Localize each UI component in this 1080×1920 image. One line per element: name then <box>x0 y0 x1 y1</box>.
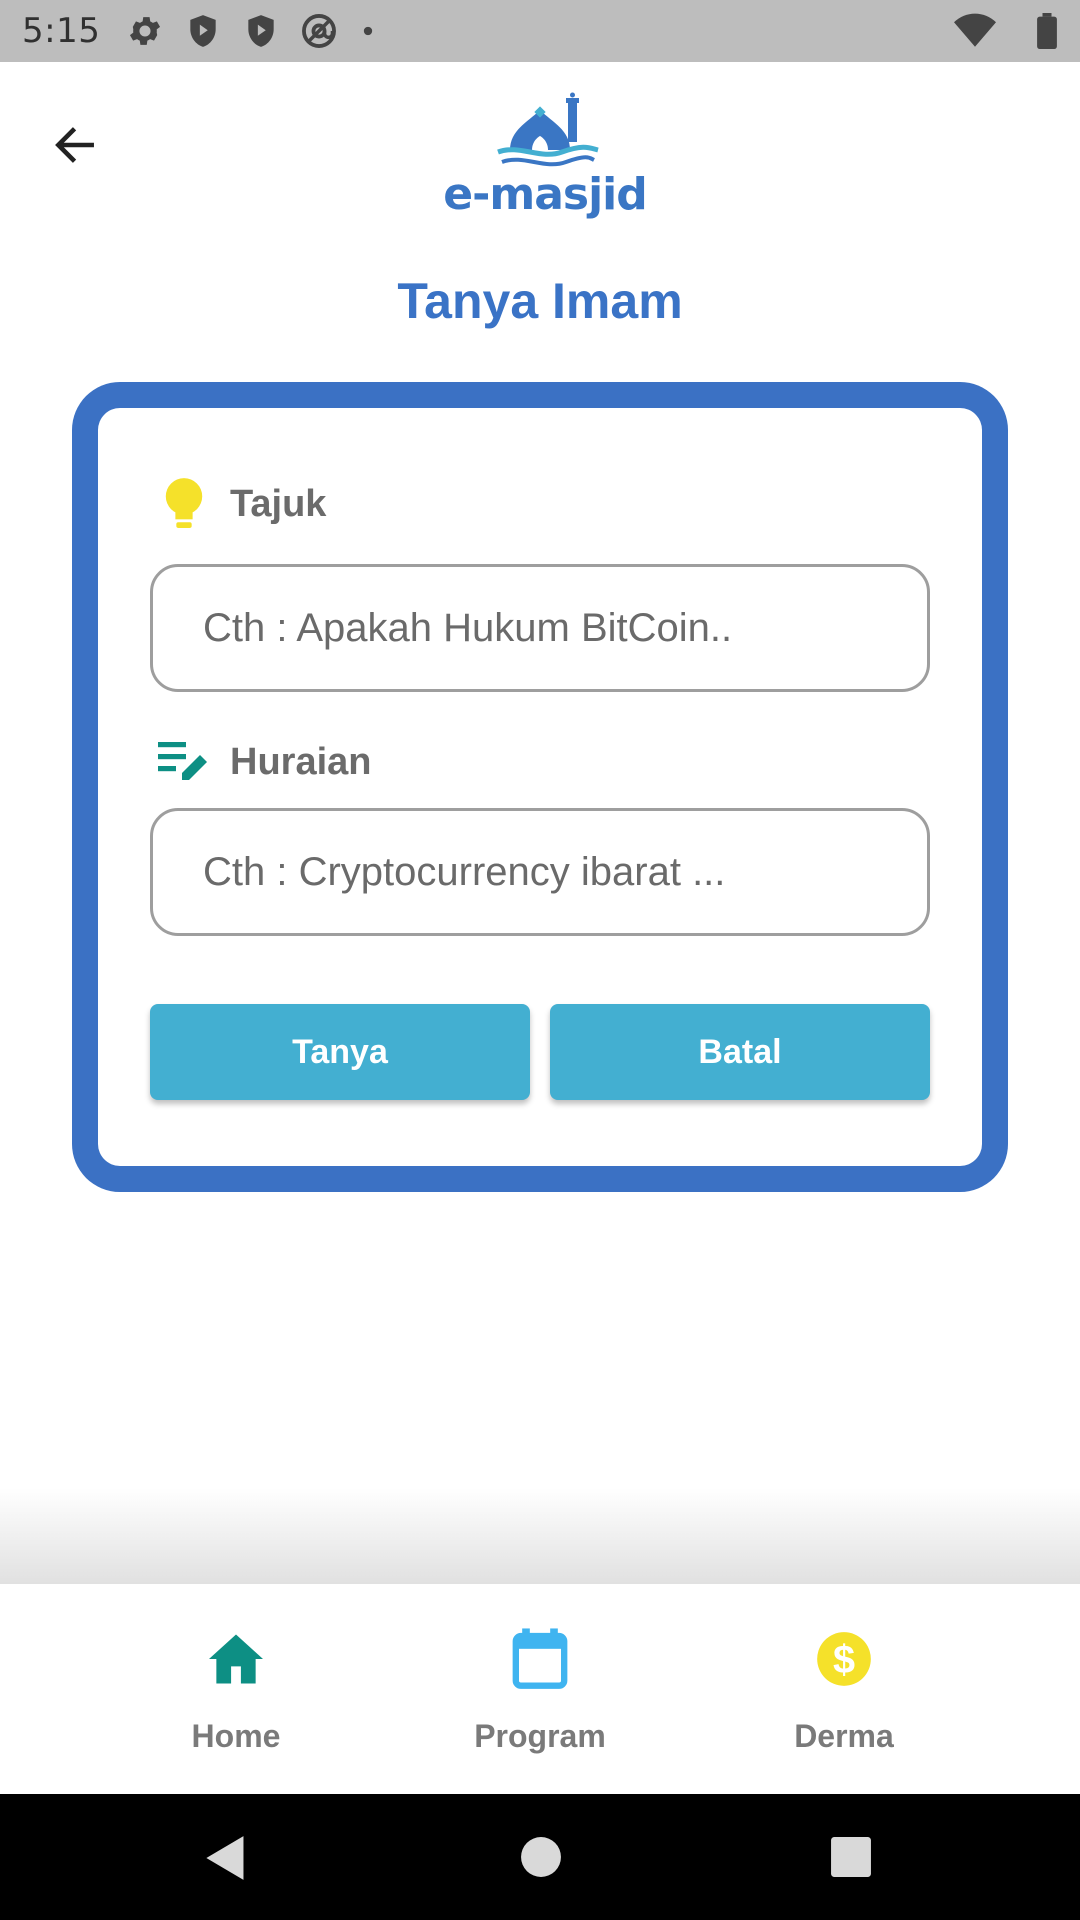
nav-label-derma: Derma <box>794 1718 894 1754</box>
arrow-left-icon <box>55 127 94 163</box>
calendar-icon <box>512 1624 568 1694</box>
home-icon <box>206 1624 266 1694</box>
app-header: e-masjid <box>0 62 1080 242</box>
status-bar: 5:15 <box>0 0 1080 62</box>
system-back-icon[interactable] <box>204 1834 248 1887</box>
ask-imam-form: Tajuk Huraian Tanya Batal <box>98 408 982 1166</box>
page-title: Tanya Imam <box>397 273 683 329</box>
tanya-button[interactable]: Tanya <box>150 1004 530 1100</box>
nav-item-program[interactable]: Program <box>430 1584 650 1794</box>
huraian-label: Huraian <box>156 734 371 790</box>
status-notification-icons <box>126 12 378 50</box>
tajuk-label-text: Tajuk <box>230 482 327 525</box>
status-system-icons <box>954 13 1058 49</box>
dollar-coin-icon: $ <box>816 1624 872 1694</box>
at-sign-icon <box>300 12 338 50</box>
mosque-logo-icon <box>497 92 599 167</box>
shield-play-icon <box>242 12 280 50</box>
nav-label-program: Program <box>474 1718 606 1754</box>
lightbulb-icon <box>156 476 212 532</box>
nav-item-derma[interactable]: $ Derma <box>734 1584 954 1794</box>
status-time: 5:15 <box>22 11 101 51</box>
batal-button[interactable]: Batal <box>550 1004 930 1100</box>
system-nav-bar <box>0 1794 1080 1920</box>
back-button[interactable] <box>40 110 110 180</box>
logo-text: e-masjid <box>443 169 648 220</box>
system-home-icon[interactable] <box>520 1836 562 1883</box>
nav-item-home[interactable]: Home <box>126 1584 346 1794</box>
svg-text:$: $ <box>833 1638 855 1682</box>
huraian-label-text: Huraian <box>230 740 372 783</box>
gear-icon <box>126 12 164 50</box>
dot-icon <box>358 21 378 41</box>
tajuk-label: Tajuk <box>156 476 326 532</box>
edit-notes-icon <box>156 734 212 790</box>
app-logo: e-masjid <box>440 92 650 217</box>
bottom-nav-shadow <box>0 1488 1080 1584</box>
tajuk-input[interactable] <box>150 564 930 692</box>
system-recents-icon[interactable] <box>830 1836 872 1883</box>
wifi-icon <box>954 13 996 49</box>
battery-icon <box>1036 13 1058 49</box>
huraian-input[interactable] <box>150 808 930 936</box>
shield-icon <box>184 12 222 50</box>
ask-imam-card: Tajuk Huraian Tanya Batal <box>72 382 1008 1192</box>
nav-label-home: Home <box>191 1718 281 1754</box>
bottom-nav: Home Program $ Derma <box>0 1584 1080 1794</box>
